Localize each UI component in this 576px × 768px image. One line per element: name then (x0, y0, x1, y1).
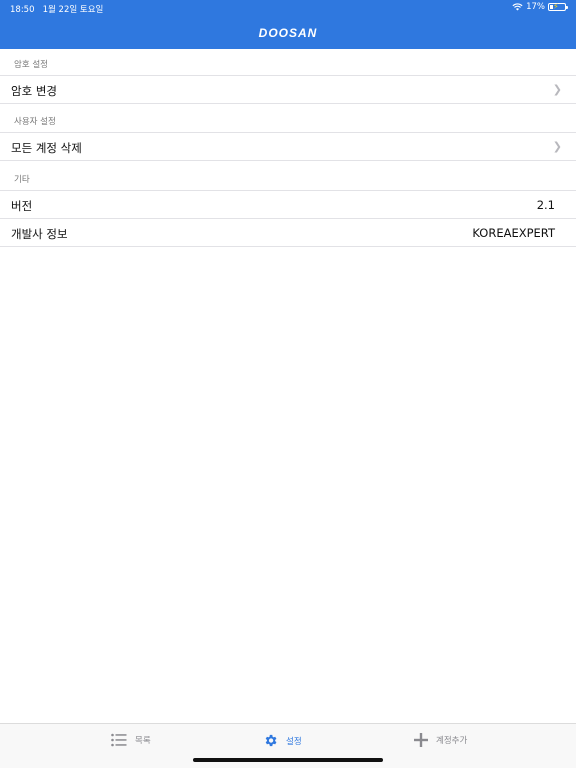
row-version: 버전 2.1 (0, 190, 576, 219)
status-bar: 18:50 1월 22일 토요일 17% ⚡ (0, 0, 576, 16)
wifi-icon (512, 3, 523, 11)
home-indicator (193, 758, 383, 762)
section-header-password: 암호 설정 (14, 60, 48, 70)
brand-logo: DOOSAN (258, 26, 318, 40)
row-label: 버전 (11, 199, 33, 213)
tab-add-account[interactable]: 계정추가 (414, 733, 467, 747)
row-value: 2.1 (536, 198, 555, 212)
tab-label: 계정추가 (436, 736, 468, 746)
gear-icon (265, 734, 277, 747)
row-developer-info: 개발사 정보 KOREAEXPERT (0, 218, 576, 247)
tab-label: 목록 (135, 736, 151, 746)
row-label: 암호 변경 (11, 84, 57, 98)
battery-percent: 17% (526, 2, 545, 12)
section-header-etc: 기타 (14, 175, 30, 185)
section-header-user: 사용자 설정 (14, 117, 56, 127)
plus-icon (414, 733, 428, 747)
row-label: 개발사 정보 (11, 227, 68, 241)
tab-settings[interactable]: 설정 (263, 733, 302, 748)
status-date: 1월 22일 토요일 (42, 5, 104, 15)
status-time: 18:50 (10, 5, 35, 15)
battery-icon: ⚡ (548, 2, 568, 11)
list-icon (111, 733, 127, 747)
row-delete-all-accounts[interactable]: 모든 계정 삭제 ❯ (0, 132, 576, 161)
row-change-password[interactable]: 암호 변경 ❯ (0, 75, 576, 104)
chevron-right-icon: ❯ (552, 140, 562, 153)
chevron-right-icon: ❯ (552, 83, 562, 96)
row-label: 모든 계정 삭제 (11, 141, 82, 155)
row-value: KOREAEXPERT (472, 226, 555, 240)
tab-label: 설정 (286, 736, 302, 747)
top-bar: 18:50 1월 22일 토요일 17% ⚡ DOOSAN (0, 0, 576, 49)
tab-list[interactable]: 목록 (111, 733, 151, 747)
